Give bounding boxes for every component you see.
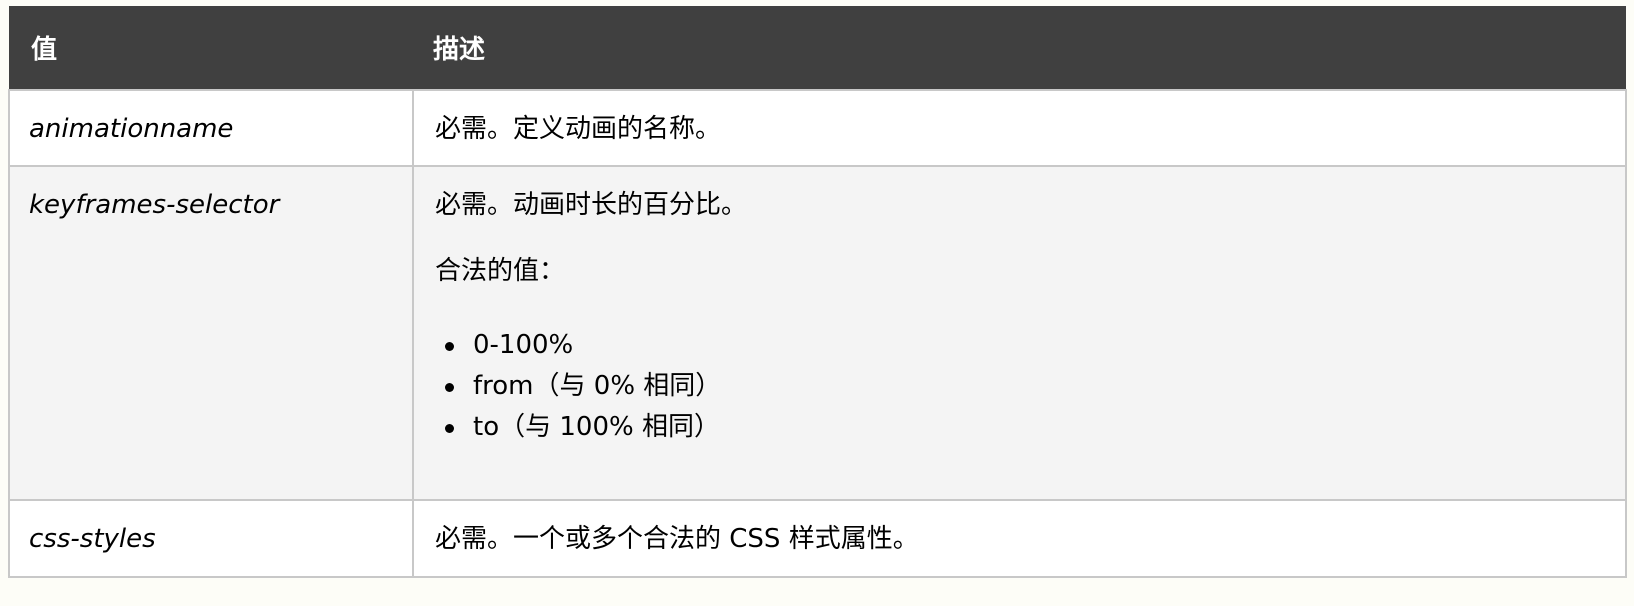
table-header: 值 描述 (9, 6, 1626, 90)
table-row: animationname 必需。定义动画的名称。 (8, 89, 1627, 167)
table-row: css-styles 必需。一个或多个合法的 CSS 样式属性。 (8, 499, 1627, 578)
description-cell: 必需。一个或多个合法的 CSS 样式属性。 (412, 499, 1627, 578)
list-item: from（与 0% 相同） (445, 366, 1605, 407)
value-cell: css-styles (8, 499, 414, 578)
table-row: keyframes-selector 必需。动画时长的百分比。 合法的值： 0-… (8, 165, 1627, 501)
legal-values-label: 合法的值： (435, 256, 566, 286)
list-item: to（与 100% 相同） (445, 407, 1605, 448)
keyframes-values-table-container: 值 描述 animationname 必需。定义动画的名称。 keyframes… (8, 6, 1627, 578)
legal-values-list: 0-100% from（与 0% 相同） to（与 100% 相同） (435, 325, 1605, 448)
value-cell: animationname (8, 89, 414, 167)
table-body: animationname 必需。定义动画的名称。 keyframes-sele… (8, 89, 1627, 578)
description-cell: 必需。定义动画的名称。 (412, 89, 1627, 167)
description-text: 必需。动画时长的百分比。 (435, 190, 748, 220)
header-description: 描述 (413, 6, 1626, 90)
header-value: 值 (9, 6, 413, 90)
keyframes-values-table: 值 描述 animationname 必需。定义动画的名称。 keyframes… (8, 6, 1627, 578)
list-item: 0-100% (445, 325, 1605, 366)
header-row: 值 描述 (9, 6, 1626, 90)
value-cell: keyframes-selector (8, 165, 414, 501)
description-cell: 必需。动画时长的百分比。 合法的值： 0-100% from（与 0% 相同） … (412, 165, 1627, 501)
